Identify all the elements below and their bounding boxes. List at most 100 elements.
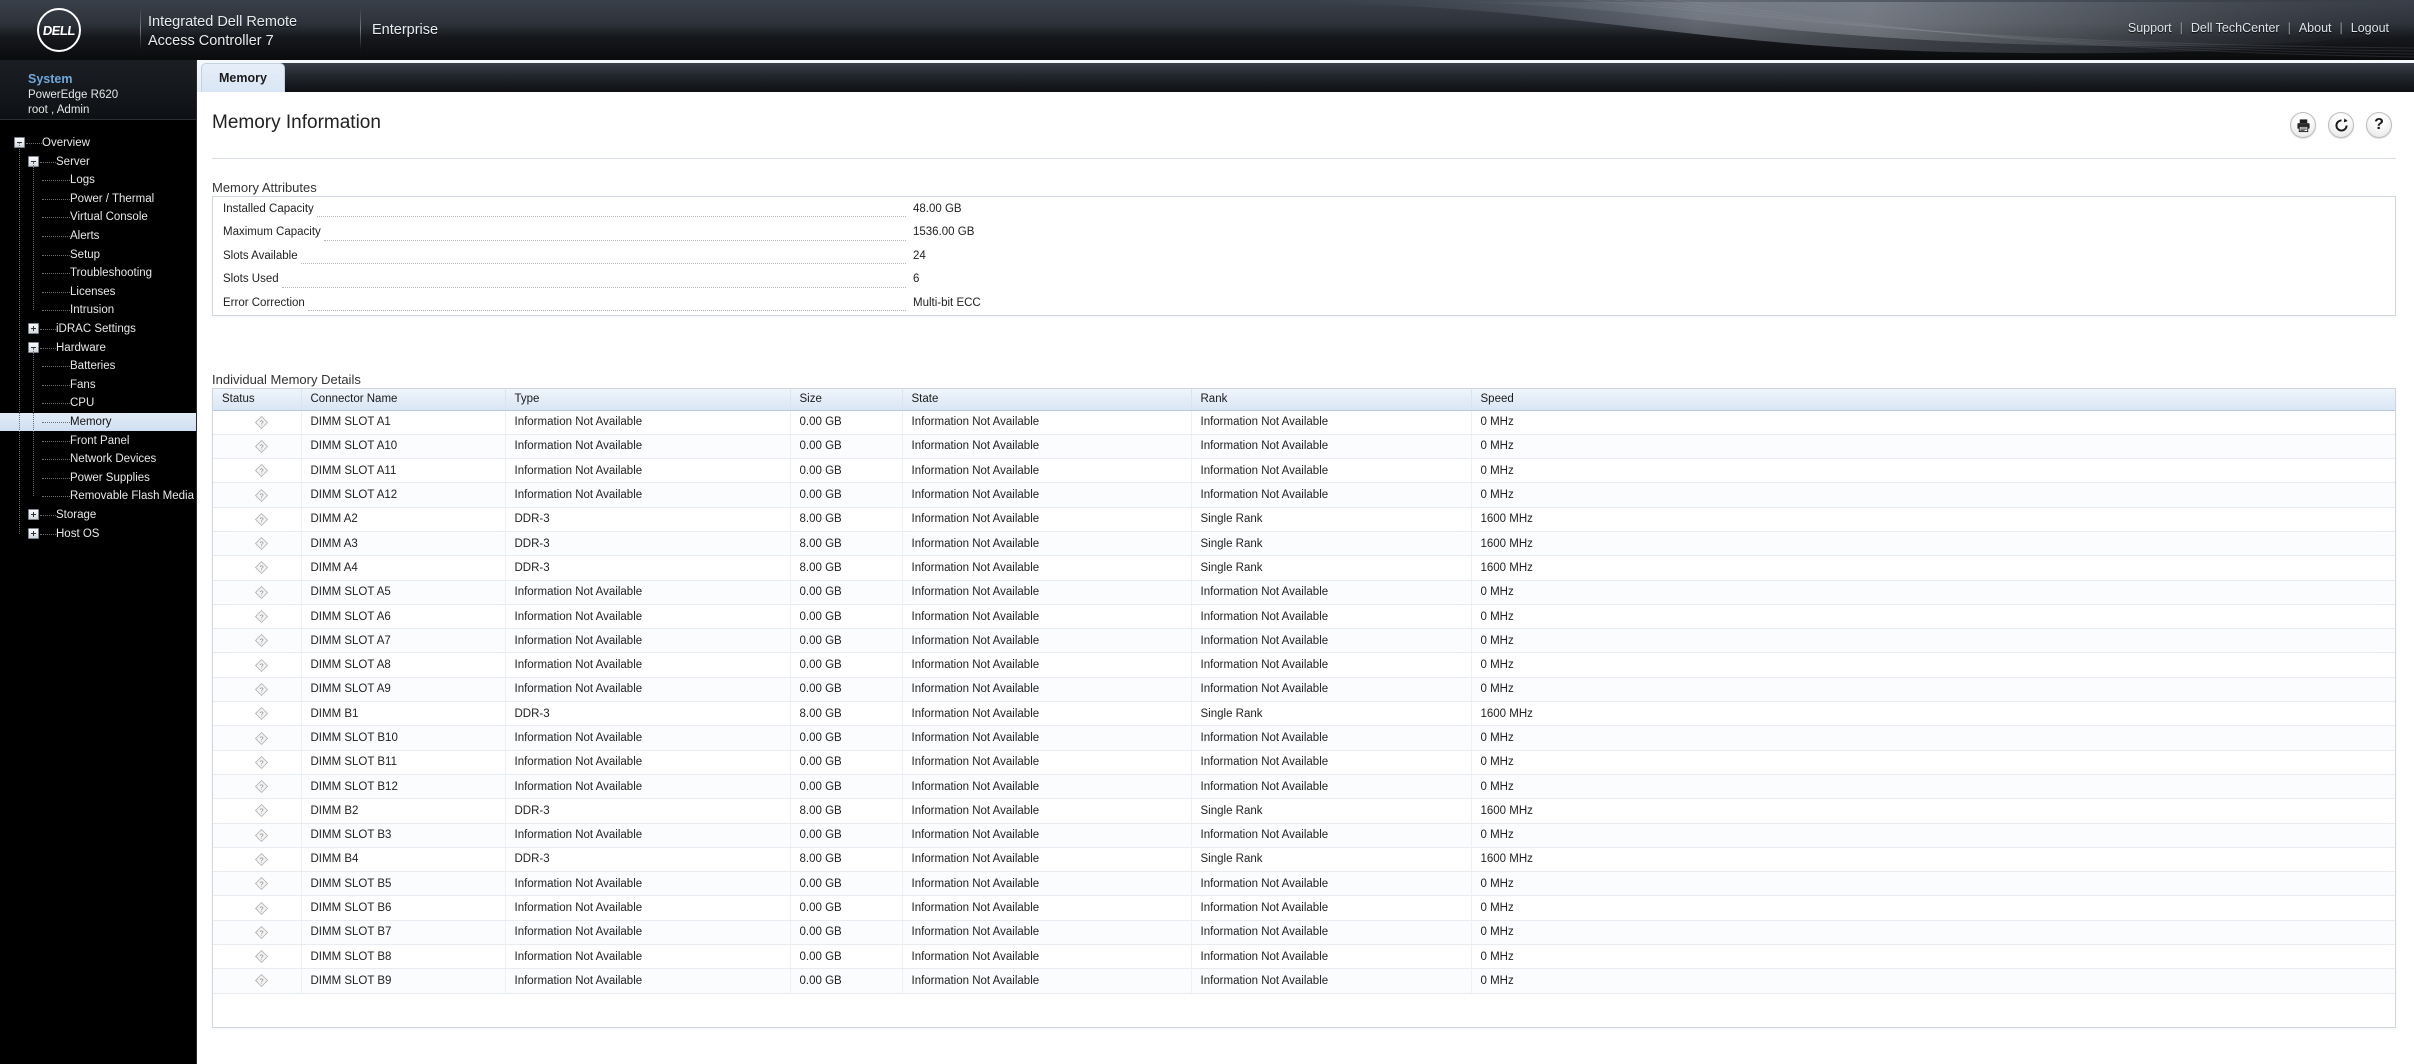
table-row[interactable]: ? DIMM A2 DDR-3 8.00 GB Information Not Avai… xyxy=(213,507,2395,532)
sidebar-item-network-devices[interactable]: Network Devices xyxy=(0,450,196,468)
sidebar-item-setup[interactable]: Setup xyxy=(0,246,196,264)
cell-size: 0.00 GB xyxy=(790,750,903,775)
sidebar-item-licenses[interactable]: Licenses xyxy=(0,283,196,301)
table-row[interactable]: ? DIMM SLOT B8 Information Not Available 0.… xyxy=(213,944,2395,970)
sidebar-item-storage[interactable]: Storage xyxy=(0,506,196,524)
table-row[interactable]: ? DIMM SLOT A1 Information Not Available 0.… xyxy=(213,410,2395,435)
sidebar-item-batteries[interactable]: Batteries xyxy=(0,357,196,375)
table-row[interactable]: ? DIMM A3 DDR-3 8.00 GB Information Not Avai… xyxy=(213,531,2395,557)
cell-connector: DIMM SLOT A8 xyxy=(301,652,506,678)
link-support[interactable]: Support xyxy=(2121,21,2179,35)
cell-state: Information Not Available xyxy=(902,507,1192,532)
table-row[interactable]: ? DIMM SLOT B5 Information Not Available 0.… xyxy=(213,871,2395,897)
sidebar-item-label: Storage xyxy=(56,509,97,521)
sidebar-item-power-thermal[interactable]: Power / Thermal xyxy=(0,190,196,208)
sidebar-item-front-panel[interactable]: Front Panel xyxy=(0,432,196,450)
tree-connector xyxy=(42,180,70,182)
memory-attribute-row: Installed Capacity 48.00 GB xyxy=(213,197,2395,221)
table-row[interactable]: ? DIMM SLOT A10 Information Not Available 0… xyxy=(213,434,2395,460)
product-name: Integrated Dell Remote Access Controller… xyxy=(148,13,297,50)
table-row[interactable]: ? DIMM SLOT B11 Information Not Available 0… xyxy=(213,750,2395,775)
cell-rank: Single Rank xyxy=(1191,798,1472,824)
help-icon[interactable]: ? xyxy=(2366,112,2392,138)
sidebar-item-removable-flash-media[interactable]: Removable Flash Media xyxy=(0,487,196,505)
table-row[interactable]: ? DIMM SLOT B12 Information Not Available 0… xyxy=(213,774,2395,800)
table-row[interactable]: ? DIMM SLOT B7 Information Not Available 0.… xyxy=(213,920,2395,946)
expand-icon[interactable] xyxy=(28,323,39,334)
memory-attribute-value: 1536.00 GB xyxy=(913,226,975,239)
sidebar-item-overview[interactable]: Overview xyxy=(0,134,196,152)
expand-icon[interactable] xyxy=(28,509,39,520)
table-row[interactable]: ? DIMM SLOT A8 Information Not Available 0.… xyxy=(213,652,2395,678)
column-header-connector-name[interactable]: Connector Name xyxy=(301,389,506,411)
table-row[interactable]: ? DIMM SLOT B10 Information Not Available 0… xyxy=(213,725,2395,751)
tree-connector xyxy=(40,533,56,535)
column-header-type[interactable]: Type xyxy=(505,389,791,411)
status-cell: ? xyxy=(213,944,302,970)
cell-rank: Information Not Available xyxy=(1191,628,1472,654)
table-row[interactable]: ? DIMM SLOT A12 Information Not Available 0… xyxy=(213,482,2395,508)
sidebar-item-server[interactable]: Server xyxy=(0,153,196,171)
cell-size: 0.00 GB xyxy=(790,895,903,921)
print-icon[interactable] xyxy=(2290,112,2316,138)
svg-text:?: ? xyxy=(259,952,263,961)
tree-guide xyxy=(33,161,34,311)
column-header-speed[interactable]: Speed xyxy=(1471,389,2395,411)
memory-attributes-panel: Installed Capacity 48.00 GB Maximum Capaci… xyxy=(212,196,2396,316)
table-row[interactable]: ? DIMM SLOT B9 Information Not Available 0.… xyxy=(213,968,2395,994)
table-row[interactable]: ? DIMM B2 DDR-3 8.00 GB Information Not Avai… xyxy=(213,798,2395,824)
table-row[interactable]: ? DIMM SLOT A5 Information Not Available 0.… xyxy=(213,580,2395,605)
column-header-rank[interactable]: Rank xyxy=(1191,389,1472,411)
table-row[interactable]: ? DIMM B1 DDR-3 8.00 GB Information Not Avai… xyxy=(213,701,2395,727)
table-row[interactable]: ? DIMM SLOT A11 Information Not Available 0… xyxy=(213,458,2395,484)
status-unknown-icon: ? xyxy=(254,561,268,575)
cell-speed: 1600 MHz xyxy=(1471,847,2395,873)
cell-size: 8.00 GB xyxy=(790,531,903,557)
status-cell: ? xyxy=(213,677,302,703)
column-header-size[interactable]: Size xyxy=(790,389,903,411)
tab-memory[interactable]: Memory xyxy=(201,63,285,92)
status-cell: ? xyxy=(213,823,302,848)
link-dell-techcenter[interactable]: Dell TechCenter xyxy=(2184,21,2287,35)
column-header-state[interactable]: State xyxy=(902,389,1192,411)
sidebar-item-logs[interactable]: Logs xyxy=(0,171,196,189)
tree-connector xyxy=(42,291,70,293)
cell-rank: Information Not Available xyxy=(1191,458,1472,484)
memory-attribute-key: Error Correction xyxy=(223,296,305,309)
sidebar-item-intrusion[interactable]: Intrusion xyxy=(0,301,196,319)
sidebar-item-idrac-settings[interactable]: iDRAC Settings xyxy=(0,320,196,338)
sidebar-item-label: Batteries xyxy=(70,360,116,373)
sidebar-item-virtual-console[interactable]: Virtual Console xyxy=(0,208,196,226)
table-row[interactable]: ? DIMM SLOT B3 Information Not Available 0.… xyxy=(213,823,2395,848)
sidebar-item-alerts[interactable]: Alerts xyxy=(0,227,196,245)
sidebar-item-power-supplies[interactable]: Power Supplies xyxy=(0,469,196,487)
table-row[interactable]: ? DIMM SLOT A7 Information Not Available 0.… xyxy=(213,628,2395,654)
table-row[interactable]: ? DIMM SLOT A9 Information Not Available 0.… xyxy=(213,677,2395,703)
table-row[interactable]: ? DIMM B4 DDR-3 8.00 GB Information Not Avai… xyxy=(213,847,2395,873)
table-row[interactable]: ? DIMM SLOT A6 Information Not Available 0.… xyxy=(213,604,2395,630)
link-about[interactable]: About xyxy=(2292,21,2339,35)
sidebar-item-host-os[interactable]: Host OS xyxy=(0,525,196,543)
cell-size: 0.00 GB xyxy=(790,434,903,460)
sidebar-item-label: Fans xyxy=(70,378,96,391)
sidebar-item-fans[interactable]: Fans xyxy=(0,376,196,394)
sidebar-item-troubleshooting[interactable]: Troubleshooting xyxy=(0,264,196,282)
cell-rank: Information Not Available xyxy=(1191,871,1472,897)
cell-rank: Information Not Available xyxy=(1191,920,1472,946)
sidebar-item-label: Power Supplies xyxy=(70,471,150,484)
link-logout[interactable]: Logout xyxy=(2344,21,2396,35)
sidebar-item-memory[interactable]: Memory xyxy=(0,413,196,431)
status-cell: ? xyxy=(213,968,302,994)
attribute-leader-dots xyxy=(300,255,906,265)
table-row[interactable]: ? DIMM A4 DDR-3 8.00 GB Information Not Avai… xyxy=(213,555,2395,581)
refresh-icon[interactable] xyxy=(2328,112,2354,138)
expand-icon[interactable] xyxy=(28,527,39,539)
memory-attribute-key: Slots Used xyxy=(223,273,279,286)
column-header-status[interactable]: Status xyxy=(213,389,302,411)
sidebar-item-cpu[interactable]: CPU xyxy=(0,394,196,412)
dell-logo[interactable]: DELL xyxy=(28,4,90,56)
table-row[interactable]: ? DIMM SLOT B6 Information Not Available 0.… xyxy=(213,895,2395,921)
svg-text:?: ? xyxy=(259,880,263,889)
sidebar-item-hardware[interactable]: Hardware xyxy=(0,339,196,357)
cell-state: Information Not Available xyxy=(902,968,1192,994)
